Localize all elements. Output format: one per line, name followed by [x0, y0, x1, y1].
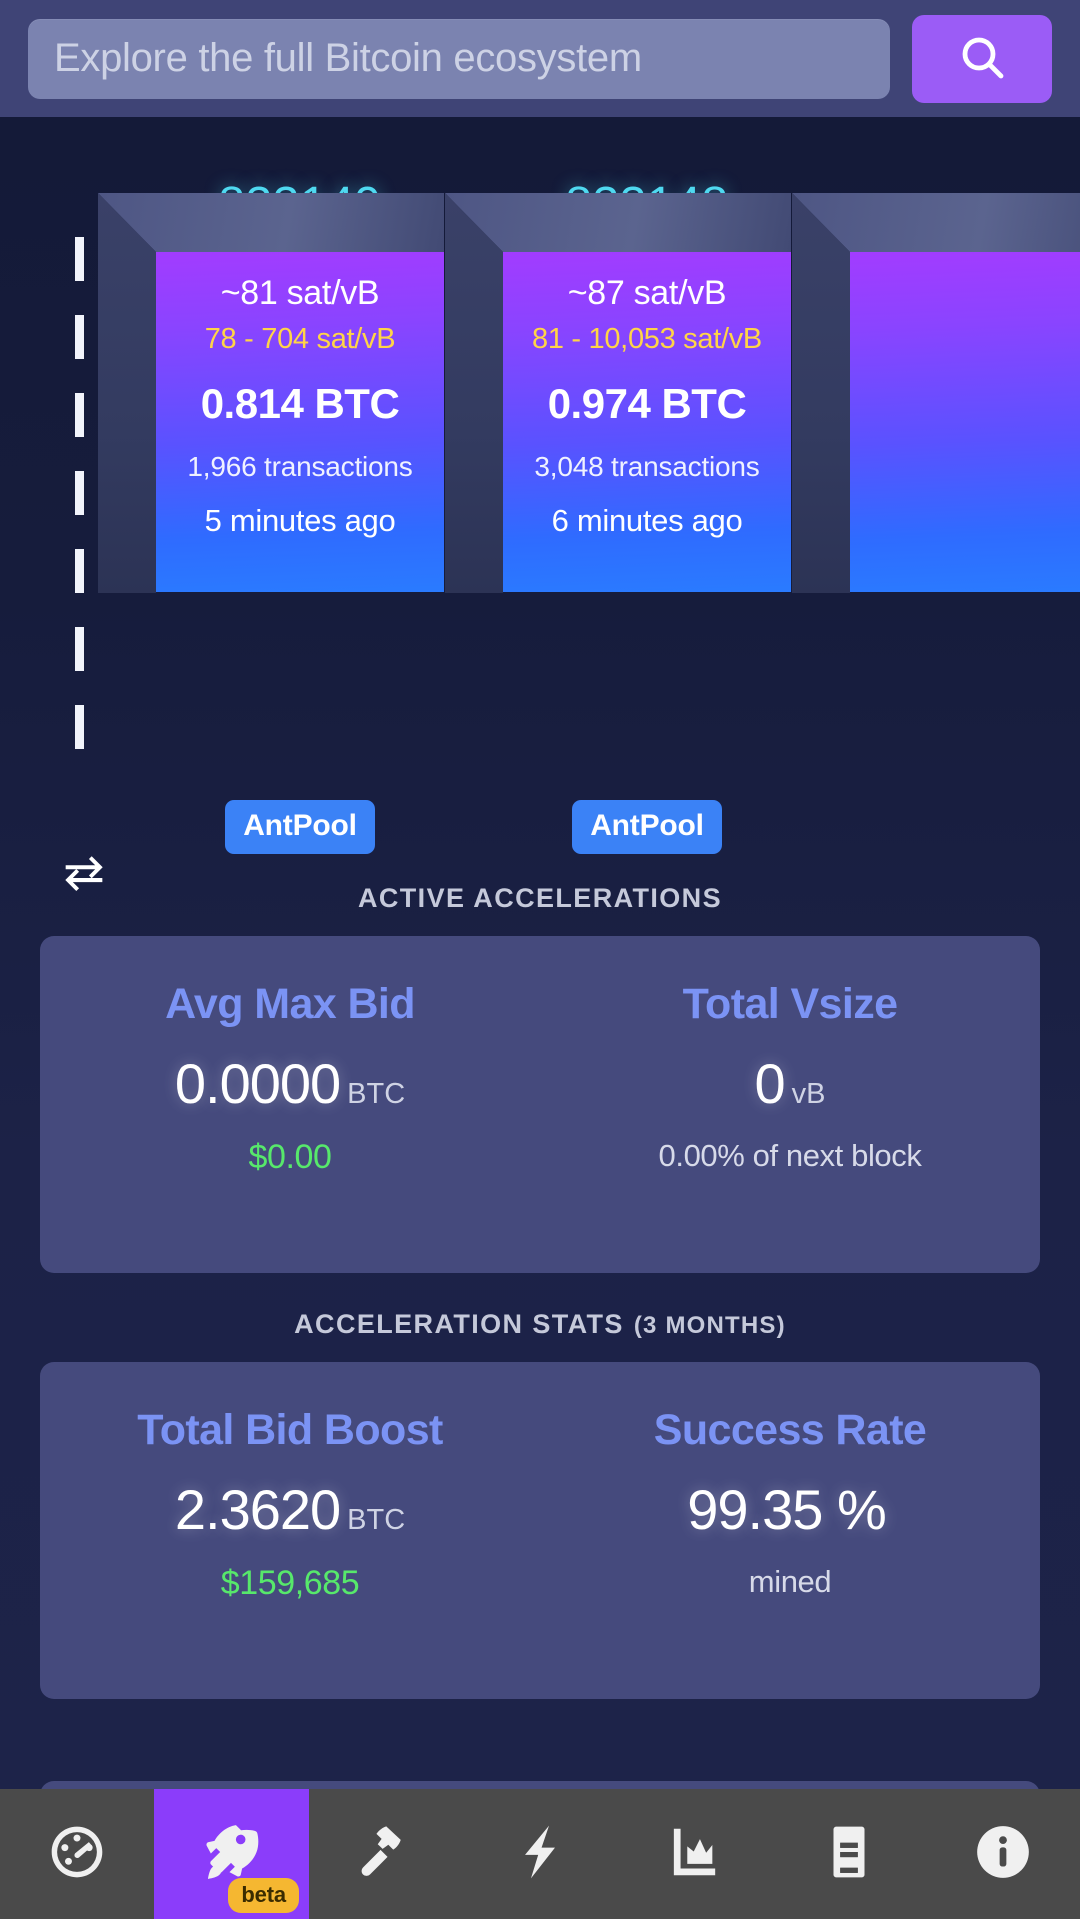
stat-avg-max-bid: Avg Max Bid 0.0000 BTC $0.00: [40, 980, 540, 1177]
acceleration-stats-title-period: (3 MONTHS): [633, 1312, 786, 1339]
exchange-arrows-icon[interactable]: [62, 852, 106, 896]
search-icon: [958, 33, 1006, 84]
block-cube-front-face: [850, 252, 1080, 592]
block-median-fee: ~87 sat/vB: [567, 274, 727, 312]
chain-divider-dashed-line: [75, 237, 84, 782]
block-cube: [792, 193, 1080, 652]
search-input[interactable]: [54, 18, 864, 99]
stat-value: 0.0000 BTC: [40, 1051, 540, 1116]
block-cube-side-face: [98, 193, 156, 593]
search-button[interactable]: [912, 14, 1052, 103]
block-cube-top-face: [98, 193, 444, 252]
documents-icon: [818, 1821, 880, 1888]
stat-sub-value: $159,685: [220, 1564, 360, 1602]
top-search-bar: [0, 0, 1080, 117]
nav-item-lightning[interactable]: [463, 1789, 617, 1919]
acceleration-stats-title: ACCELERATION STATS (3 MONTHS): [0, 1309, 1080, 1340]
stat-label: Total Bid Boost: [137, 1406, 443, 1454]
nav-item-dashboard[interactable]: [0, 1789, 154, 1919]
block-pool-badge[interactable]: AntPool: [225, 800, 375, 854]
block-median-fee: ~81 sat/vB: [220, 274, 380, 312]
block-fee-range: 81 - 10,053 sat/vB: [532, 323, 762, 355]
block-age: 6 minutes ago: [551, 503, 743, 538]
block-cube-side-face: [792, 193, 850, 593]
stat-label: Total Vsize: [682, 980, 898, 1028]
main-content: 833149 ~81 sat/vB 78 - 704 sat/vB 0.814 …: [0, 117, 1080, 1789]
block-reward: 0.814 BTC: [200, 380, 400, 427]
info-circle-icon: [972, 1821, 1034, 1888]
block-age: 5 minutes ago: [204, 503, 396, 538]
blockchain-blocks-strip: 833149 ~81 sat/vB 78 - 704 sat/vB 0.814 …: [0, 117, 1080, 892]
active-accelerations-title: ACTIVE ACCELERATIONS: [357, 883, 722, 913]
block-cube-side-face: [445, 193, 503, 593]
block-reward: 0.974 BTC: [547, 380, 747, 427]
stat-number: 2.3620: [174, 1478, 341, 1541]
block-cube-front-face: ~81 sat/vB 78 - 704 sat/vB 0.814 BTC 1,9…: [156, 252, 444, 592]
stat-total-bid-boost: Total Bid Boost 2.3620 BTC $159,685: [40, 1406, 540, 1603]
block-pool-badge-container: AntPool: [156, 800, 444, 854]
block-cube-top-face: [445, 193, 791, 252]
block-card-partial[interactable]: [792, 193, 1080, 652]
stat-success-rate: Success Rate 99.35 % mined: [540, 1406, 1040, 1603]
block-pool-badge-container: AntPool: [503, 800, 791, 854]
stat-value: 0 vB: [540, 1051, 1040, 1116]
acceleration-stats-title-main: ACCELERATION STATS: [294, 1309, 624, 1339]
dashboard-gauge-icon: [46, 1821, 108, 1888]
stat-unit: BTC: [347, 1504, 406, 1536]
bottom-navigation-bar: beta: [0, 1789, 1080, 1919]
stat-sub-value: $0.00: [248, 1138, 332, 1176]
block-transactions: 3,048 transactions: [534, 451, 760, 482]
block-pool-badge[interactable]: AntPool: [572, 800, 722, 854]
nav-item-docs[interactable]: [771, 1789, 925, 1919]
stat-value: 2.3620 BTC: [40, 1477, 540, 1542]
block-transactions: 1,966 transactions: [187, 451, 413, 482]
stat-label: Success Rate: [653, 1406, 927, 1454]
acceleration-stats-card: Total Bid Boost 2.3620 BTC $159,685 Succe…: [40, 1362, 1040, 1699]
stat-unit: vB: [791, 1078, 826, 1110]
nav-item-accelerator[interactable]: beta: [154, 1789, 309, 1919]
stat-number: 0: [754, 1052, 786, 1115]
nav-item-mining[interactable]: [309, 1789, 463, 1919]
stat-sub-value: 0.00% of next block: [658, 1138, 922, 1173]
block-fee-range: 78 - 704 sat/vB: [204, 323, 396, 355]
stat-label: Avg Max Bid: [165, 980, 415, 1028]
beta-badge: beta: [228, 1878, 299, 1913]
block-cube-front-face: ~87 sat/vB 81 - 10,053 sat/vB 0.974 BTC …: [503, 252, 791, 592]
stat-number: 99.35 %: [687, 1478, 886, 1541]
nav-item-about[interactable]: [926, 1789, 1080, 1919]
stat-number: 0.0000: [174, 1052, 341, 1115]
stat-sub-value: mined: [748, 1564, 832, 1599]
stat-unit: BTC: [347, 1078, 406, 1110]
stat-total-vsize: Total Vsize 0 vB 0.00% of next block: [540, 980, 1040, 1177]
active-accelerations-card: Avg Max Bid 0.0000 BTC $0.00 Total Vsize …: [40, 936, 1040, 1273]
hammer-mining-icon: [355, 1821, 417, 1888]
nav-item-graphs[interactable]: [617, 1789, 771, 1919]
next-card-peek: [40, 1781, 1040, 1789]
lightning-bolt-icon: [509, 1821, 571, 1888]
stat-value: 99.35 %: [540, 1477, 1040, 1542]
search-input-container[interactable]: [28, 18, 890, 99]
chart-graph-icon: [663, 1821, 725, 1888]
